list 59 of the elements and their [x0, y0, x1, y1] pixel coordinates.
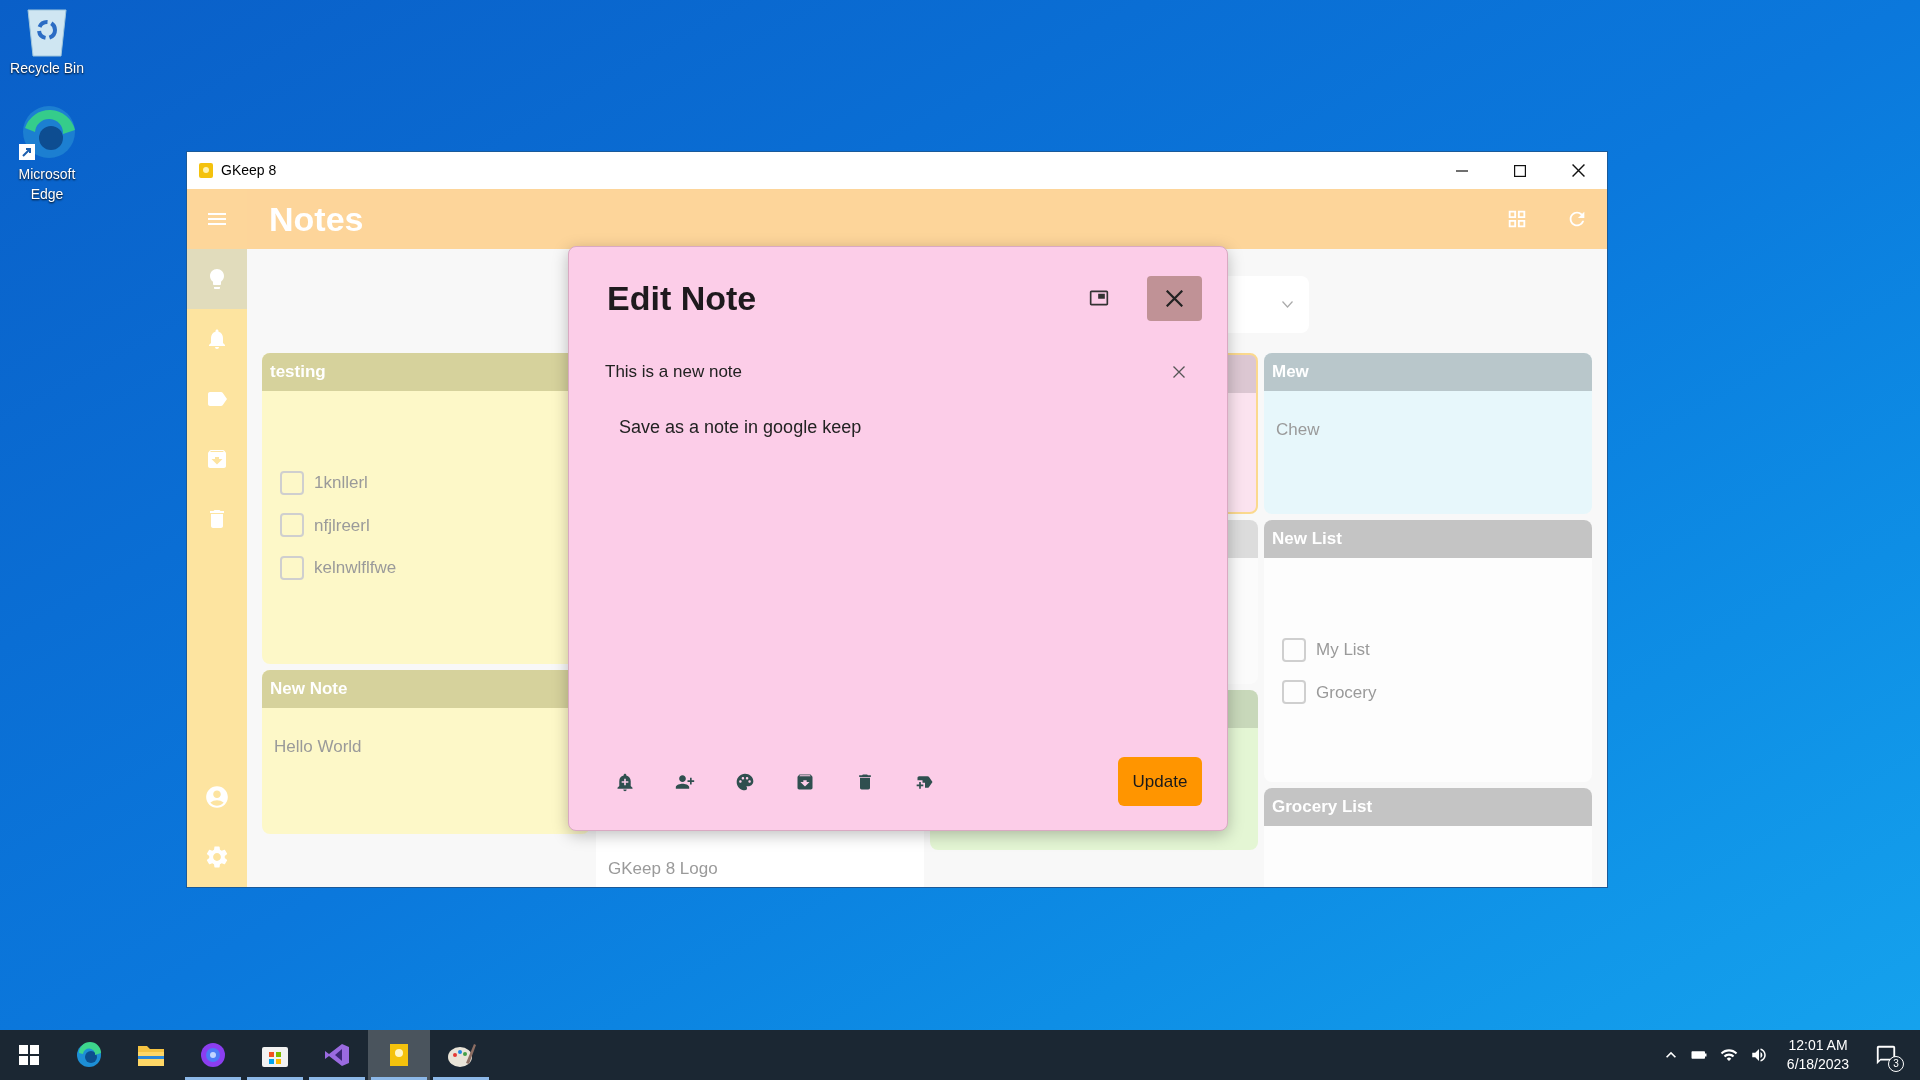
note-title: Grocery List	[1272, 796, 1373, 819]
note-title: testing	[270, 361, 326, 384]
palette-app-icon	[446, 1041, 476, 1069]
notification-count: 3	[1888, 1056, 1904, 1072]
checkbox[interactable]	[1282, 637, 1306, 662]
chevron-down-icon	[1282, 301, 1293, 308]
browser-icon	[199, 1041, 227, 1069]
desktop-icon-label: Microsoft Edge	[17, 165, 77, 204]
note-title-value: This is a new note	[605, 361, 742, 384]
page-title: Notes	[269, 198, 364, 240]
note-title-field[interactable]: This is a new note	[605, 352, 1191, 392]
close-icon	[1166, 289, 1183, 307]
note-body-field[interactable]: Save as a note in google keep	[605, 414, 1191, 747]
note-title: New Note	[270, 678, 348, 701]
list-item-label: Grocery	[1316, 681, 1377, 704]
volume-icon	[1750, 1046, 1768, 1064]
close-icon	[1571, 164, 1585, 177]
desktop-shortcut[interactable]: Recycle Bin	[2, 6, 92, 78]
windows-logo-icon	[19, 1045, 39, 1065]
note-body-text: Save as a note in google keep	[619, 417, 862, 437]
picture-in-picture-icon	[1089, 288, 1109, 308]
infinity-logo-icon	[324, 1042, 350, 1068]
dialog-close-button[interactable]	[1147, 275, 1202, 321]
note-body: GKeep 8 Logo	[608, 858, 718, 878]
list-item-label: 1knllerl	[314, 472, 368, 494]
checkbox[interactable]	[280, 555, 304, 580]
app-logo-icon	[199, 163, 213, 178]
checkbox[interactable]	[280, 513, 304, 538]
maximize-icon	[1514, 164, 1526, 177]
account-icon	[204, 784, 230, 810]
update-button[interactable]: Update	[1118, 757, 1202, 806]
desktop-shortcut[interactable]: Microsoft Edge	[2, 104, 92, 204]
desktop-icon-label: Recycle Bin	[10, 59, 84, 78]
note-title: New List	[1272, 528, 1342, 551]
note-app-icon	[388, 1043, 410, 1067]
note-title: Mew	[1272, 361, 1309, 384]
palette-icon	[735, 771, 755, 792]
list-item-label: kelnwlflfwe	[314, 557, 397, 579]
checkbox[interactable]	[1282, 680, 1306, 705]
minimize-icon	[1456, 169, 1468, 172]
window-title: GKeep 8	[221, 161, 277, 180]
archive-icon	[205, 447, 229, 471]
dialog-title: Edit Note	[607, 277, 757, 319]
clock[interactable]: 12:01 AM 6/18/2023	[1774, 1030, 1862, 1080]
edge-icon	[75, 1041, 103, 1069]
settings-icon	[204, 844, 230, 870]
note-body: Hello World	[274, 737, 362, 756]
bell-plus-icon	[615, 771, 635, 792]
folder-icon	[137, 1043, 165, 1067]
recycle-bin-icon	[24, 6, 70, 58]
note-body: Chew	[1276, 420, 1320, 439]
notifications-button[interactable]: 3	[1862, 1030, 1910, 1080]
network-icon	[1720, 1046, 1738, 1064]
notification-icon	[1875, 1044, 1897, 1066]
list-item-label: nfjlreerl	[314, 514, 370, 537]
checkbox[interactable]	[280, 470, 304, 495]
clear-icon	[1173, 366, 1185, 378]
list-item-label: My List	[1316, 639, 1370, 661]
grid-icon	[1506, 208, 1528, 230]
